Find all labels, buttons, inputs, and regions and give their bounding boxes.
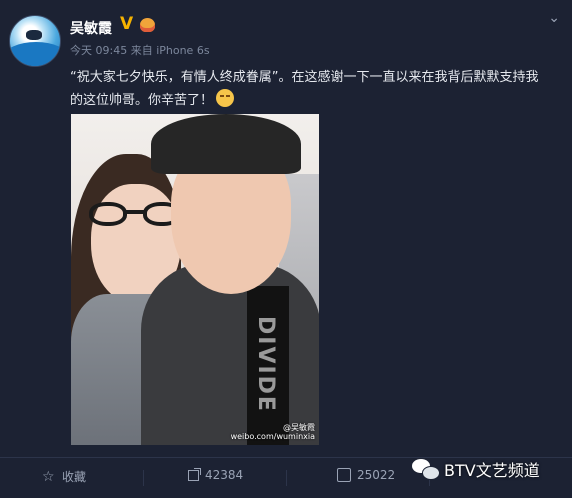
emoji-icon (216, 89, 235, 107)
comment-button[interactable]: 25022 (337, 468, 395, 482)
weibo-post: 吴敏霞 V 今天 09:45 来自 iPhone 6s ⌄ “祝大家七夕快乐，有… (0, 0, 572, 498)
comment-count: 25022 (357, 468, 396, 482)
action-separator (143, 470, 144, 486)
favorite-button[interactable]: ☆ 收藏 (42, 468, 86, 485)
wechat-icon (412, 459, 440, 480)
post-photo[interactable]: DIVIDE @吴敏霞 weibo.com/wuminxia (71, 114, 319, 445)
watermark-url: weibo.com/wuminxia (230, 432, 315, 441)
chevron-down-icon[interactable]: ⌄ (548, 10, 560, 26)
photo-glasses-lens-left (89, 202, 127, 226)
vip-crown-icon (140, 18, 155, 32)
photo-shirt-stripe: DIVIDE (247, 286, 289, 445)
comment-icon (337, 468, 351, 482)
author-name[interactable]: 吴敏霞 (70, 18, 112, 38)
post-text: “祝大家七夕快乐，有情人终成眷属”。在这感谢一下一直以来在我背后默默支持我 的这… (70, 67, 560, 112)
post-text-line1: “祝大家七夕快乐，有情人终成眷属”。在这感谢一下一直以来在我背后默默支持我 (70, 70, 539, 85)
repost-button[interactable]: 42384 (188, 467, 244, 482)
brand-label: BTV文艺频道 (444, 461, 540, 480)
share-icon (188, 467, 201, 481)
wechat-bubble-small (422, 466, 440, 480)
verified-badge-icon: V (120, 14, 134, 34)
watermark-user: @吴敏霞 (283, 423, 315, 432)
photo-watermark: @吴敏霞 weibo.com/wuminxia (231, 423, 315, 441)
favorite-label: 收藏 (62, 470, 87, 484)
post-meta: 今天 09:45 来自 iPhone 6s (70, 44, 210, 57)
photo-glasses-bridge (125, 210, 145, 214)
brand-watermark: BTV文艺频道 (412, 452, 540, 486)
photo-man-cap (151, 114, 301, 174)
action-separator (286, 470, 287, 486)
post-text-line2: 的这位帅哥。你辛苦了！ (70, 93, 214, 108)
photo-shirt-text: DIVIDE (253, 316, 278, 413)
repost-count: 42384 (205, 468, 244, 482)
avatar[interactable] (9, 15, 61, 67)
avatar-figure (26, 30, 42, 40)
avatar-wave (10, 42, 60, 66)
star-icon: ☆ (42, 468, 55, 485)
